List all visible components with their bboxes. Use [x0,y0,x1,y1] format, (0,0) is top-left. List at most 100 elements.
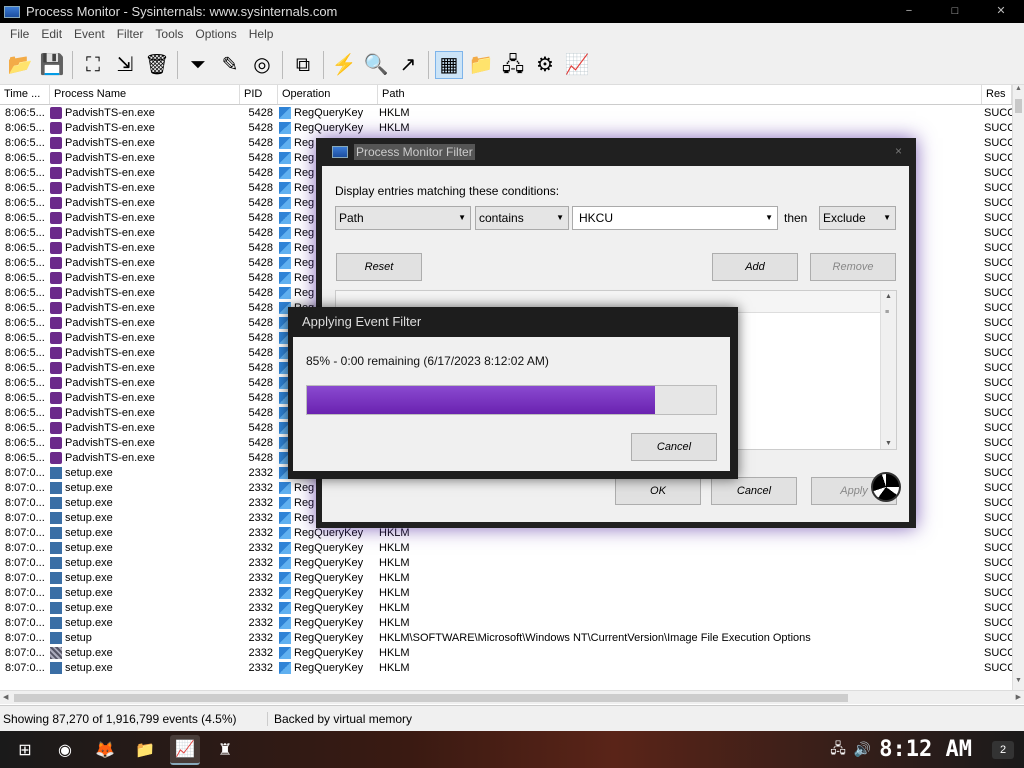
table-row[interactable]: 8:07:0... setup 2332 RegQueryKey HKLM\SOFTWA… [0,631,1012,646]
table-row[interactable]: 8:07:0... setup.exe 2332 RegQueryKey HKLM SUC… [0,541,1012,556]
filter-action-select[interactable]: Exclude ▼ [819,206,896,230]
cell-process-name: setup.exe [65,527,113,539]
clear-icon[interactable]: 🗑 [143,51,171,79]
cell-time: 8:07:0... [5,557,45,569]
vertical-scroll-thumb[interactable] [1015,99,1022,113]
progress-cancel-button[interactable]: Cancel [631,433,717,461]
cell-time: 8:06:5... [5,302,45,314]
padvish-task-icon[interactable]: ♜ [210,735,240,765]
notification-center-button[interactable]: 2 [992,740,1014,759]
table-row[interactable]: 8:07:0... setup.exe 2332 RegQueryKey HKLM SUC… [0,556,1012,571]
scroll-down-icon[interactable]: ▼ [1013,677,1024,690]
horizontal-scrollbar[interactable]: ◀ ▶ [0,690,1024,704]
table-row[interactable]: 8:06:5... PadvishTS-en.exe 5428 RegQueryKey… [0,121,1012,136]
filesystem-activity-icon[interactable]: 📁 [467,51,495,79]
jump-to-icon[interactable]: ↗ [394,51,422,79]
cell-process: setup.exe [50,512,240,524]
registry-activity-icon[interactable]: ▦ [435,50,463,79]
target-icon[interactable]: ◎ [248,51,276,79]
scroll-down-icon[interactable]: ▼ [885,440,892,447]
column-pid[interactable]: PID [240,85,278,104]
menu-help[interactable]: Help [243,27,280,41]
filter-reset-button[interactable]: Reset [336,253,422,281]
cell-process: setup.exe [50,497,240,509]
menu-filter[interactable]: Filter [111,27,150,41]
menu-event[interactable]: Event [68,27,111,41]
table-row[interactable]: 8:07:0... setup.exe 2332 RegQueryKey HKLM SUC… [0,586,1012,601]
menu-options[interactable]: Options [189,27,242,41]
filter-dialog-close-button[interactable]: × [895,144,902,158]
table-row[interactable]: 8:07:0... setup.exe 2332 RegQueryKey HKLM SUC… [0,601,1012,616]
menu-tools[interactable]: Tools [149,27,189,41]
filter-remove-button[interactable]: Remove [810,253,896,281]
network-tray-icon[interactable]: 🖧 [830,738,846,762]
filter-relation-select[interactable]: contains ▼ [475,206,569,230]
column-process-name[interactable]: Process Name [50,85,240,104]
process-icon [50,137,62,149]
close-button[interactable]: ✕ [978,0,1024,23]
file-explorer-icon[interactable]: 📁 [130,735,160,765]
horizontal-scroll-thumb[interactable] [14,694,848,702]
scroll-right-icon[interactable]: ▶ [1016,691,1021,705]
table-row[interactable]: 8:06:5... PadvishTS-en.exe 5428 RegQueryKey… [0,106,1012,121]
table-row[interactable]: 8:07:0... setup.exe 2332 RegQueryKey HKLM SUC… [0,616,1012,631]
table-row[interactable]: 8:07:0... setup.exe 2332 RegQueryKey HKLM SUC… [0,526,1012,541]
minimize-button[interactable]: − [886,0,932,23]
find-icon[interactable]: 🔍 [362,51,390,79]
autoscroll-icon[interactable]: ⇲ [111,51,139,79]
capture-icon[interactable]: ⛶ [79,51,107,79]
column-operation[interactable]: Operation [278,85,378,104]
cell-process-name: PadvishTS-en.exe [65,302,155,314]
network-activity-icon[interactable]: 🖧 [499,51,527,79]
cell-process-name: PadvishTS-en.exe [65,197,155,209]
cell-result: SUCC [984,227,1012,239]
filter-then-label: then [784,211,808,225]
cell-result: SUCC [984,512,1012,524]
highlight-icon[interactable]: ✎ [216,51,244,79]
cell-time: 8:06:5... [5,212,45,224]
column-path[interactable]: Path [378,85,982,104]
cell-time: 8:06:5... [5,437,45,449]
menu-edit[interactable]: Edit [35,27,68,41]
cell-process-name: PadvishTS-en.exe [65,407,155,419]
process-icon [50,617,62,629]
table-row[interactable]: 8:07:0... setup.exe 2332 RegQueryKey HKLM SUC… [0,646,1012,661]
filter-ok-button[interactable]: OK [615,477,701,505]
cell-pid: 5428 [248,362,273,374]
column-result[interactable]: Res [982,85,1012,104]
start-icon[interactable]: ⊞ [10,735,40,765]
vertical-scrollbar[interactable]: ▲ ▼ [1012,85,1024,690]
save-icon[interactable]: 💾 [38,51,66,79]
open-icon[interactable]: 📂 [6,51,34,79]
table-row[interactable]: 8:07:0... setup.exe 2332 RegQueryKey HKLM SUC… [0,571,1012,586]
filter-column-select[interactable]: Path ▼ [335,206,471,230]
status-bar: Showing 87,270 of 1,916,799 events (4.5%… [0,705,1024,731]
menu-file[interactable]: File [4,27,35,41]
registry-operation-icon [279,212,291,224]
column-time[interactable]: Time ... [0,85,50,104]
filter-add-button[interactable]: Add [712,253,798,281]
taskbar-clock[interactable]: 8:12 AM [879,737,972,762]
scroll-left-icon[interactable]: ◀ [3,691,8,705]
filter-cancel-button[interactable]: Cancel [711,477,797,505]
profiling-activity-icon[interactable]: 📈 [563,51,591,79]
process-tree-icon[interactable]: ⧉ [289,51,317,79]
cell-pid: 5428 [248,317,273,329]
table-row[interactable]: 8:07:0... setup.exe 2332 RegQueryKey HKLM SUC… [0,661,1012,676]
firefox-icon[interactable]: 🦊 [90,735,120,765]
chrome-icon[interactable]: ◉ [50,735,80,765]
maximize-button[interactable]: □ [932,0,978,23]
process-activity-icon[interactable]: ⚙ [531,51,559,79]
event-properties-icon[interactable]: ⚡ [330,51,358,79]
process-icon [50,662,62,674]
cell-process-name: PadvishTS-en.exe [65,257,155,269]
filter-rules-scrollbar[interactable]: ▲ ≡ ▼ [880,291,896,449]
scroll-thumb-icon[interactable]: ≡ [885,309,889,316]
process-monitor-task-icon[interactable]: 📈 [170,734,200,765]
volume-tray-icon[interactable]: 🔊 [854,741,871,758]
scroll-up-icon[interactable]: ▲ [885,293,892,300]
filter-value-combo[interactable]: HKCU ▼ [572,206,778,230]
scroll-up-icon[interactable]: ▲ [1013,85,1024,98]
filter-icon[interactable]: ⏷ [184,51,212,79]
cell-pid: 5428 [248,287,273,299]
